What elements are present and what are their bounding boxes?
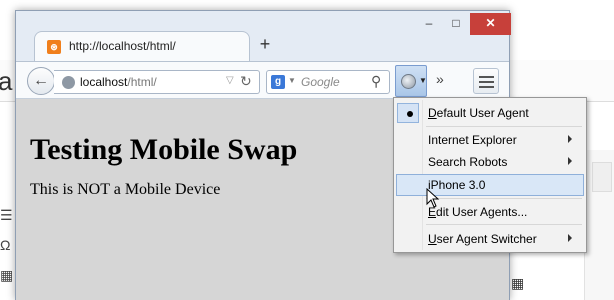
radio-dot-icon [407, 111, 413, 117]
hamburger-menu-button[interactable] [473, 68, 499, 94]
minimize-button[interactable]: – [417, 13, 441, 35]
back-button[interactable]: ← [27, 67, 55, 95]
tab-title: http://localhost/html/ [69, 39, 176, 53]
browser-tab[interactable]: ⊛ http://localhost/html/ [34, 31, 250, 61]
maximize-button[interactable]: □ [444, 13, 468, 35]
google-icon[interactable]: g [271, 75, 285, 89]
menu-separator [426, 126, 582, 127]
background-partial-text: a [0, 66, 13, 96]
url-history-dropdown-icon[interactable]: ▽ [226, 75, 234, 86]
url-bar[interactable]: localhost/html/ ▽ ↻ [54, 70, 260, 94]
user-agent-menu: Default User Agent Internet Explorer Sea… [393, 97, 587, 253]
mouse-cursor-icon [426, 188, 440, 208]
submenu-arrow-icon [568, 135, 572, 143]
menu-item-edit-user-agents[interactable]: Edit User Agents... [396, 201, 584, 223]
menu-item-default-user-agent[interactable]: Default User Agent [396, 102, 584, 124]
table-icon: ▦ [0, 267, 14, 283]
menu-item-internet-explorer[interactable]: Internet Explorer [396, 129, 584, 151]
radio-check-indicator [397, 103, 419, 123]
page-paragraph: This is NOT a Mobile Device [30, 181, 221, 198]
menu-item-label: Search Robots [428, 155, 508, 169]
navigation-toolbar: ← localhost/html/ ▽ ↻ g ▼ Google ⚲ ▼ » [16, 61, 509, 99]
search-bar[interactable]: g ▼ Google ⚲ [266, 70, 390, 94]
menu-separator [426, 224, 582, 225]
reload-icon[interactable]: ↻ [240, 73, 252, 90]
background-right-box [592, 162, 612, 192]
hamburger-line [479, 86, 494, 88]
menu-item-search-robots[interactable]: Search Robots [396, 151, 584, 173]
title-bar: – □ ✕ ⊛ http://localhost/html/ + [16, 11, 511, 67]
overflow-chevron-icon[interactable]: » [436, 71, 444, 87]
background-sidebar-icons: ☰ Ω ▦ [0, 200, 16, 300]
search-placeholder: Google [301, 75, 340, 89]
globe-icon [62, 76, 75, 89]
page-heading: Testing Mobile Swap [30, 133, 298, 166]
user-agent-switcher-button[interactable]: ▼ [395, 65, 427, 97]
url-host: localhost [80, 75, 128, 89]
url-text: localhost/html/ [80, 75, 157, 89]
omega-icon: Ω [0, 237, 11, 253]
search-icon[interactable]: ⚲ [371, 73, 381, 90]
submenu-arrow-icon [568, 234, 572, 242]
menu-item-label: Edit User Agents... [428, 205, 528, 219]
hamburger-line [479, 81, 494, 83]
background-grid-icon: ▦ [511, 276, 525, 292]
menu-separator [426, 198, 582, 199]
menu-item-iphone-3[interactable]: iPhone 3.0 [396, 174, 584, 196]
menu-item-label: Default User Agent [428, 106, 529, 120]
menu-item-user-agent-switcher[interactable]: User Agent Switcher [396, 228, 584, 250]
chevron-down-icon: ▼ [419, 76, 427, 85]
menu-item-label: Internet Explorer [428, 133, 517, 147]
user-agent-globe-icon [401, 74, 416, 89]
menu-item-label: User Agent Switcher [428, 232, 537, 246]
url-path: /html/ [127, 75, 157, 89]
xampp-favicon-icon: ⊛ [47, 40, 61, 54]
hamburger-line [479, 76, 494, 78]
close-button[interactable]: ✕ [470, 13, 511, 35]
new-tab-button[interactable]: + [256, 35, 274, 53]
search-engine-dropdown-icon[interactable]: ▼ [288, 76, 296, 85]
submenu-arrow-icon [568, 157, 572, 165]
list-icon: ☰ [0, 207, 13, 223]
